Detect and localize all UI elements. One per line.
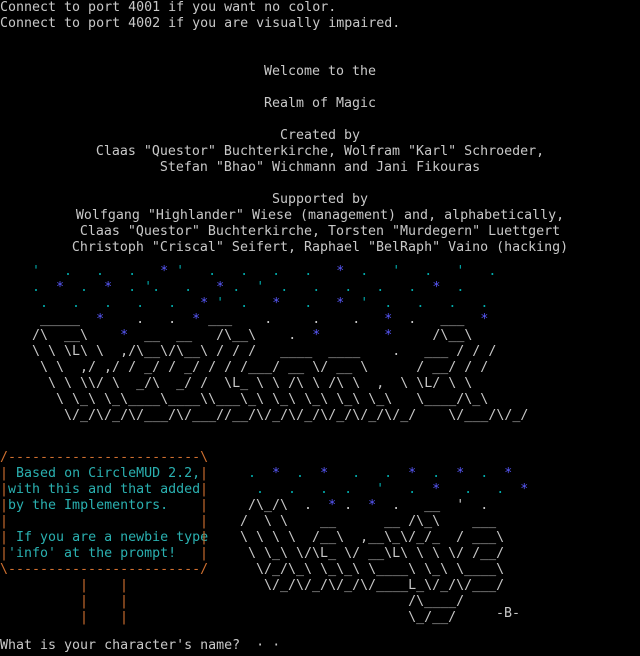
name-prompt-text: What is your character's name?	[0, 638, 241, 653]
realm-ascii-art: ' . . . * ' . . . . * . ' . ' . . * . * …	[24, 264, 529, 423]
info-box-row-4: |	[0, 514, 9, 529]
supported-by-title: Supported by	[271, 192, 369, 207]
info-line-2: with this and that added	[8, 482, 201, 497]
info-box-row-2: |with this and that added	[0, 482, 201, 497]
supported-by-line-2: Claas "Questor" Buchterkirche, Torsten "…	[79, 224, 561, 239]
created-by-title: Created by	[279, 128, 361, 143]
info-box-bottom: \------------------------/	[0, 562, 209, 577]
port-impaired-text: Connect to port 4002 if you are visually…	[0, 16, 401, 31]
created-by-line-2: Stefan "Bhao" Wichmann and Jani Fikouras	[159, 160, 481, 175]
info-box-row-6: |'info' at the prompt!	[0, 546, 177, 561]
realm-title: Realm of Magic	[263, 96, 377, 111]
info-box: /------------------------\ | Based on Ci…	[0, 450, 209, 481]
supported-by-line-3: Christoph "Criscal" Seifert, Raphael "Be…	[71, 240, 569, 255]
info-line-4: If you are a newbie type	[16, 530, 209, 545]
welcome-line: Welcome to the	[263, 64, 377, 79]
cursor-indicator: · ·	[240, 638, 281, 653]
artist-signature: -B-	[496, 606, 521, 621]
supported-by-line-1: Wolfgang "Highlander" Wiese (management)…	[75, 208, 565, 223]
port-nocolor-text: Connect to port 4001 if you want no colo…	[0, 0, 337, 15]
info-line-3: by the Implementors.	[8, 498, 169, 513]
created-by-line-1: Claas "Questor" Buchterkirche, Wolfram "…	[95, 144, 545, 159]
info-box-row-5: | If you are a newbie type	[0, 530, 209, 545]
info-line-1: Based on CircleMUD 2.2,	[16, 466, 201, 481]
info-box-legs: | | | | | |	[80, 578, 129, 625]
info-line-5: 'info' at the prompt!	[8, 546, 177, 561]
info-box-row-3: |by the Implementors.	[0, 498, 169, 513]
info-box-right-border: | | | | | |	[200, 466, 209, 561]
magic-ascii-art: . * . * . . * . * . * . . . . ' . * . . …	[232, 466, 529, 625]
login-prompt[interactable]: What is your character's name? · ·	[0, 638, 280, 654]
